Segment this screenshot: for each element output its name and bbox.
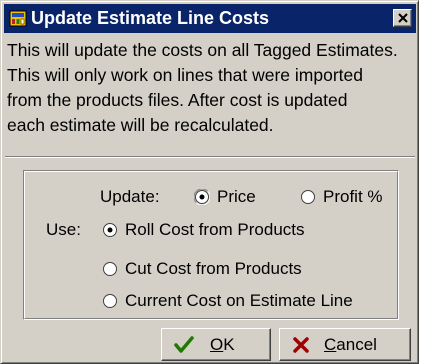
description-line: each estimate will be recalculated.	[7, 115, 274, 135]
use-label: Use:	[46, 220, 81, 239]
update-label: Update:	[100, 187, 160, 206]
radio-unselected-icon	[301, 190, 315, 204]
checkmark-icon	[174, 336, 194, 353]
description-line: This will update the costs on all Tagged…	[7, 40, 398, 60]
radio-update-price[interactable]: Price	[194, 186, 284, 208]
close-icon	[398, 13, 408, 23]
radio-label: Price	[217, 187, 256, 206]
update-estimate-line-costs-dialog: Update Estimate Line Costs This will upd…	[0, 0, 419, 364]
x-cross-icon	[293, 337, 309, 353]
cancel-button[interactable]: Cancel	[279, 328, 411, 361]
radio-selected-icon	[103, 223, 117, 237]
cancel-label: Cancel	[324, 335, 377, 354]
radio-label: Current Cost on Estimate Line	[125, 291, 353, 310]
radio-unselected-icon	[103, 294, 117, 308]
dialog-title: Update Estimate Line Costs	[31, 8, 270, 28]
description-line: from the products files. After cost is u…	[7, 90, 348, 110]
description-line: This will only work on lines that were i…	[7, 65, 363, 85]
ok-button[interactable]: OK	[161, 328, 271, 361]
radio-use-cut-cost[interactable]: Cut Cost from Products	[102, 258, 362, 280]
separator	[5, 156, 415, 158]
options-group: Update: Price Profit % Use: Roll Cost fr…	[23, 170, 399, 320]
radio-selected-icon	[194, 189, 210, 205]
radio-update-profit[interactable]: Profit %	[300, 186, 392, 208]
close-button[interactable]	[393, 9, 412, 27]
description-text: This will update the costs on all Tagged…	[7, 38, 417, 138]
radio-label: Roll Cost from Products	[125, 220, 305, 239]
radio-use-roll-cost[interactable]: Roll Cost from Products	[102, 219, 362, 241]
radio-label: Cut Cost from Products	[125, 259, 302, 278]
radio-label: Profit %	[323, 187, 383, 206]
title-bar[interactable]: Update Estimate Line Costs	[4, 4, 416, 33]
ok-label: OK	[210, 335, 235, 354]
radio-use-current-cost[interactable]: Current Cost on Estimate Line	[102, 290, 392, 312]
estimate-app-icon	[9, 10, 27, 27]
radio-unselected-icon	[103, 262, 117, 276]
